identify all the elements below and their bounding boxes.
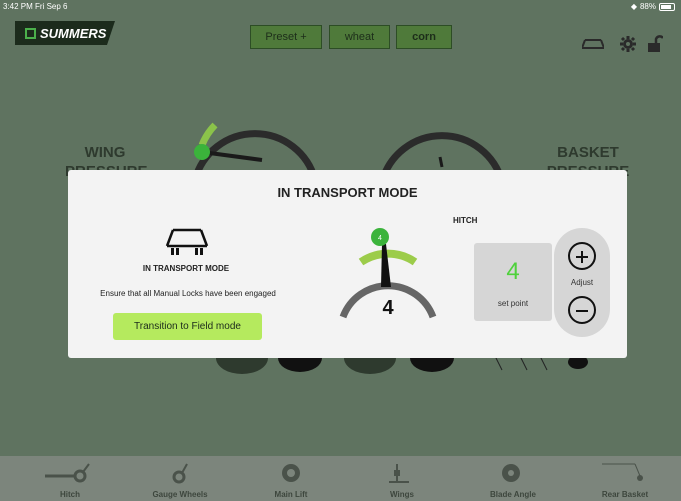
adjust-label: Adjust xyxy=(570,278,594,287)
brand-logo: SUMMERS xyxy=(15,21,115,45)
nav-wings-label: Wings xyxy=(390,490,414,499)
bottom-nav: Hitch Gauge Wheels Main Lift Wings Blade… xyxy=(0,456,681,501)
nav-gauge-wheels-label: Gauge Wheels xyxy=(152,490,208,499)
status-right: ◆ 88% xyxy=(631,2,675,11)
transport-mode-large-icon xyxy=(165,228,209,255)
logo-text: SUMMERS xyxy=(40,25,107,41)
battery-percent: 88% xyxy=(639,2,656,11)
setpoint-label: set point xyxy=(497,299,529,308)
setpoint-display: 4 set point xyxy=(474,243,552,321)
adjust-control: Adjust xyxy=(554,228,610,337)
increase-plus-icon[interactable] xyxy=(568,242,596,270)
hitch-icon xyxy=(45,463,90,483)
hitch-gauge-value: 4 xyxy=(382,297,394,319)
nav-item-hitch[interactable]: Hitch xyxy=(25,456,115,501)
nav-main-lift-label: Main Lift xyxy=(274,490,308,499)
preset-wheat-button[interactable]: wheat xyxy=(329,25,390,49)
wings-icon xyxy=(389,464,409,483)
nav-hitch-label: Hitch xyxy=(60,490,80,499)
nav-item-wings[interactable]: Wings xyxy=(357,456,447,501)
blade-angle-icon xyxy=(502,464,520,482)
transport-mode-icon[interactable] xyxy=(581,36,605,57)
nav-blade-angle-label: Blade Angle xyxy=(490,490,536,499)
preset-add-button[interactable]: Preset + xyxy=(250,25,322,49)
transition-field-mode-button[interactable]: Transition to Field mode xyxy=(113,313,262,340)
transport-mode-dialog: IN TRANSPORT MODE IN TRANSPORT MODE Ensu… xyxy=(68,170,627,358)
status-bar: 3:42 PM Fri Sep 6 ◆ 88% xyxy=(0,0,681,14)
settings-gear-icon[interactable] xyxy=(620,36,636,57)
hitch-label: HITCH xyxy=(453,216,478,225)
dialog-title: IN TRANSPORT MODE xyxy=(277,185,418,200)
decrease-minus-icon[interactable] xyxy=(568,296,596,324)
gauge-wheels-icon xyxy=(172,463,188,484)
logo-mark-icon xyxy=(25,27,36,39)
nav-item-blade-angle[interactable]: Blade Angle xyxy=(468,456,558,501)
main-lift-icon xyxy=(282,464,300,482)
preset-corn-button[interactable]: corn xyxy=(396,25,452,49)
transport-mode-label: IN TRANSPORT MODE xyxy=(142,264,230,273)
nav-item-rear-basket[interactable]: Rear Basket xyxy=(580,456,670,501)
nav-rear-basket-label: Rear Basket xyxy=(601,490,649,499)
gauge-marker-text: 4 xyxy=(378,235,382,242)
nav-item-gauge-wheels[interactable]: Gauge Wheels xyxy=(135,456,225,501)
machine-wheels-graphic xyxy=(216,356,588,374)
manual-locks-message: Ensure that all Manual Locks have been e… xyxy=(100,289,276,298)
rear-basket-icon xyxy=(602,463,643,481)
unlock-icon[interactable] xyxy=(647,35,665,58)
nav-item-main-lift[interactable]: Main Lift xyxy=(246,456,336,501)
wifi-icon: ◆ xyxy=(630,2,637,11)
battery-icon xyxy=(659,2,675,11)
status-time: 3:42 PM Fri Sep 6 xyxy=(3,2,68,11)
setpoint-value: 4 xyxy=(506,258,520,285)
